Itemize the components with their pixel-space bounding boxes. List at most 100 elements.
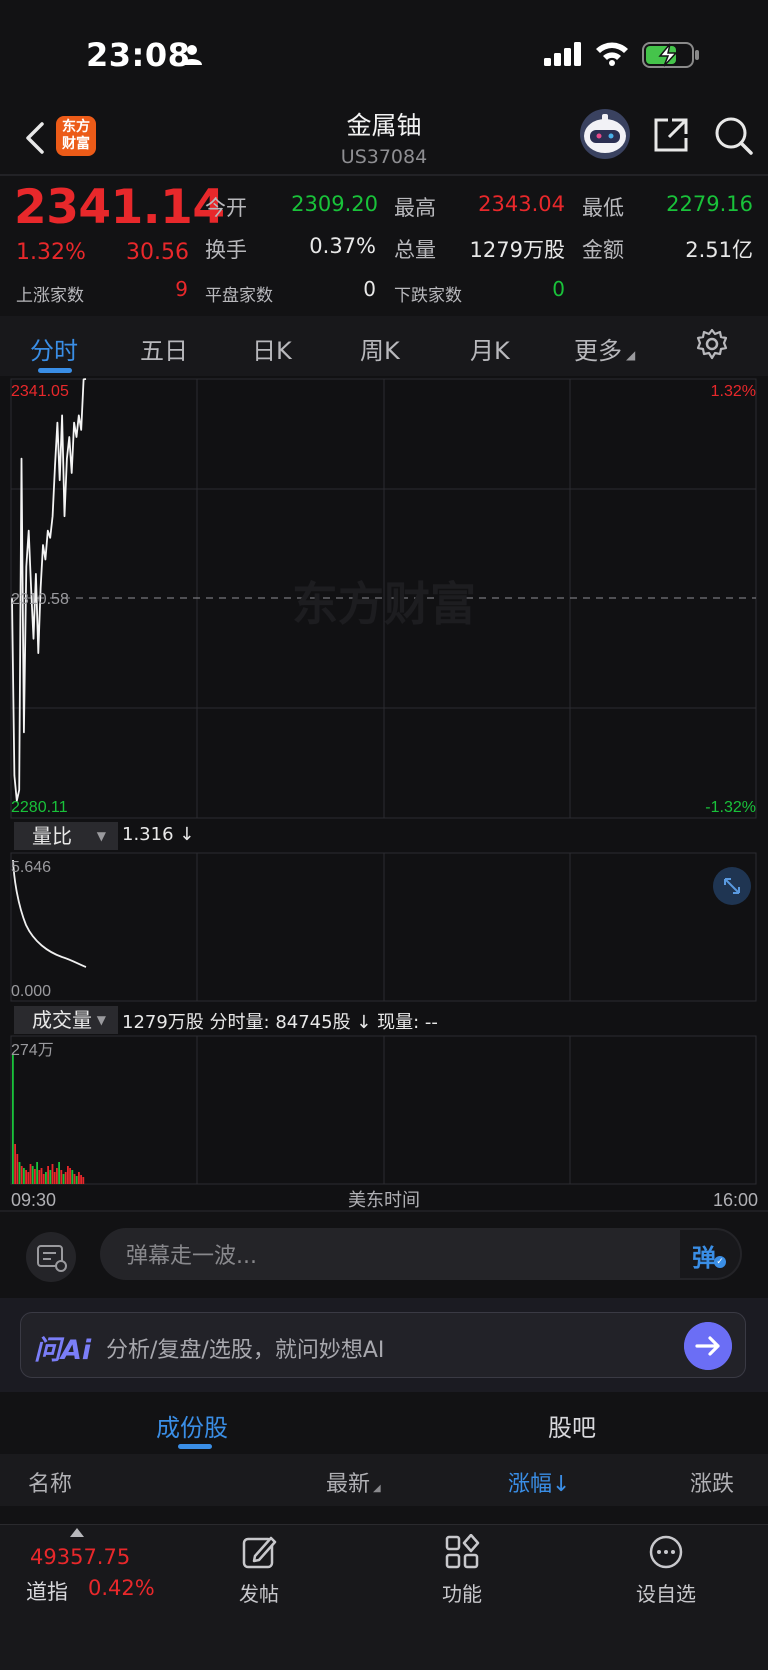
index-percent: 0.42%: [88, 1576, 155, 1600]
volume-bar: [62, 1174, 65, 1184]
flat-count-label: 平盘家数: [205, 286, 273, 306]
turnover-label: 换手: [205, 238, 247, 262]
col-latest[interactable]: 最新 ◢: [326, 1466, 381, 1498]
chart-bottom-percent: -1.32%: [705, 799, 756, 816]
turnover-value: 0.37%: [309, 234, 376, 258]
chart-top-percent: 1.32%: [711, 383, 756, 400]
ratio-max: 5.646: [11, 859, 51, 876]
ai-logo: 问Ai: [34, 1335, 92, 1366]
volume-bar: [60, 1170, 63, 1184]
nav-post[interactable]: 发帖: [209, 1578, 309, 1607]
volume-bar: [53, 1172, 56, 1184]
col-name[interactable]: 名称: [28, 1466, 72, 1498]
amount-label: 金额: [582, 238, 624, 262]
volume-bar: [45, 1172, 47, 1184]
battery-charging-icon: [642, 42, 699, 68]
volume-bar: [82, 1177, 85, 1184]
volume-bar: [56, 1168, 58, 1184]
index-name[interactable]: 道指: [26, 1576, 68, 1606]
change-percent: 1.32%: [16, 240, 86, 265]
person-icon: [182, 45, 202, 65]
ai-robot-avatar-icon[interactable]: [578, 108, 632, 160]
danmu-settings-icon[interactable]: [26, 1232, 76, 1282]
time-end: 16:00: [713, 1190, 758, 1210]
volume-bar: [47, 1166, 49, 1184]
last-price: 2341.14: [14, 180, 225, 235]
col-latest-label: 最新: [326, 1472, 371, 1497]
ai-go-arrow-icon[interactable]: [684, 1322, 732, 1370]
volume-bar: [42, 1174, 45, 1184]
danmu-toggle-button[interactable]: 弹 ✓: [680, 1230, 740, 1278]
col-change[interactable]: 涨跌: [690, 1466, 734, 1498]
expand-icon[interactable]: [713, 867, 751, 905]
volume-selector[interactable]: 成交量 ▼: [14, 1006, 118, 1034]
volume-bar: [58, 1162, 60, 1184]
volume-bar: [80, 1175, 82, 1184]
volume-bar: [71, 1170, 74, 1184]
volume-value: 1279万股: [469, 238, 565, 262]
tab-five-day[interactable]: 五日: [140, 331, 188, 366]
ratio-value: 1.316 ↓: [122, 824, 195, 845]
post-edit-icon[interactable]: [241, 1534, 277, 1570]
ai-prompt-text: 分析/复盘/选股，就问妙想AI: [106, 1338, 385, 1363]
chart-mid-price: 2310.58: [11, 591, 69, 608]
nav-add-favorite[interactable]: 设自选: [616, 1578, 716, 1607]
volume-bar: [14, 1144, 16, 1184]
high-label: 最高: [394, 196, 436, 220]
share-icon[interactable]: [652, 116, 690, 154]
volume-selector-label: 成交量: [32, 1008, 92, 1032]
volume-bar: [78, 1172, 80, 1184]
open-value: 2309.20: [291, 192, 378, 216]
chart-top-price: 2341.05: [11, 383, 69, 400]
chart-period-tabs: 分时 五日 日K 周K 月K 更多 ◢: [0, 316, 768, 376]
caret-down-icon: ◢: [626, 348, 636, 362]
add-favorite-icon[interactable]: [648, 1534, 684, 1570]
tab-more-label: 更多: [574, 337, 622, 365]
open-label: 今开: [205, 196, 247, 220]
chart-bottom-price: 2280.11: [11, 799, 68, 816]
dropdown-caret-icon: ▼: [96, 1013, 106, 1027]
flat-count-value: 0: [363, 277, 376, 301]
tab-weekly-k[interactable]: 周K: [360, 331, 400, 366]
low-value: 2279.16: [666, 192, 753, 216]
signal-icon: [544, 42, 581, 66]
volume-bar: [49, 1170, 52, 1184]
volume-bar: [25, 1170, 27, 1184]
time-zone-label: 美东时间: [348, 1190, 420, 1210]
volume-bar: [34, 1169, 36, 1184]
sort-caret-icon: ◢: [373, 1483, 381, 1494]
tab-forum[interactable]: 股吧: [548, 1408, 596, 1443]
sub-tab-indicator: [178, 1444, 212, 1449]
ratio-selector[interactable]: 量比 ▼: [14, 822, 118, 850]
caret-up-icon[interactable]: [70, 1528, 84, 1537]
volume-max: 274万: [11, 1042, 54, 1059]
wifi-icon: [596, 42, 628, 66]
danmu-placeholder: 弹幕走一波...: [126, 1244, 257, 1269]
ratio-min: 0.000: [11, 983, 51, 1000]
volume-bar: [23, 1168, 25, 1184]
tab-constituents[interactable]: 成份股: [156, 1408, 228, 1443]
col-change-pct[interactable]: 涨幅↓: [508, 1466, 570, 1498]
tab-monthly-k[interactable]: 月K: [470, 331, 510, 366]
function-grid-icon[interactable]: [444, 1534, 480, 1570]
up-count-label: 上涨家数: [16, 286, 84, 306]
volume-label: 总量: [394, 238, 436, 262]
nav-function[interactable]: 功能: [412, 1578, 512, 1607]
search-icon[interactable]: [714, 116, 754, 156]
low-label: 最低: [582, 196, 624, 220]
dropdown-caret-icon: ▼: [96, 829, 106, 843]
volume-bar: [27, 1172, 30, 1184]
tab-more[interactable]: 更多 ◢: [574, 331, 635, 366]
volume-bar: [40, 1168, 43, 1184]
settings-gear-icon[interactable]: [696, 328, 728, 360]
ratio-selector-label: 量比: [32, 824, 72, 848]
index-value[interactable]: 49357.75: [30, 1545, 130, 1569]
high-value: 2343.04: [478, 192, 565, 216]
intraday-chart[interactable]: 东方财富 2341.05 1.32% 2310.58 2280.11 -1.32…: [0, 376, 768, 1212]
volume-bar: [20, 1166, 23, 1184]
table-header: [0, 1454, 768, 1506]
volume-bar: [36, 1162, 38, 1184]
volume-bar: [18, 1162, 21, 1184]
tab-daily-k[interactable]: 日K: [252, 331, 292, 366]
tab-intraday[interactable]: 分时: [30, 331, 78, 366]
